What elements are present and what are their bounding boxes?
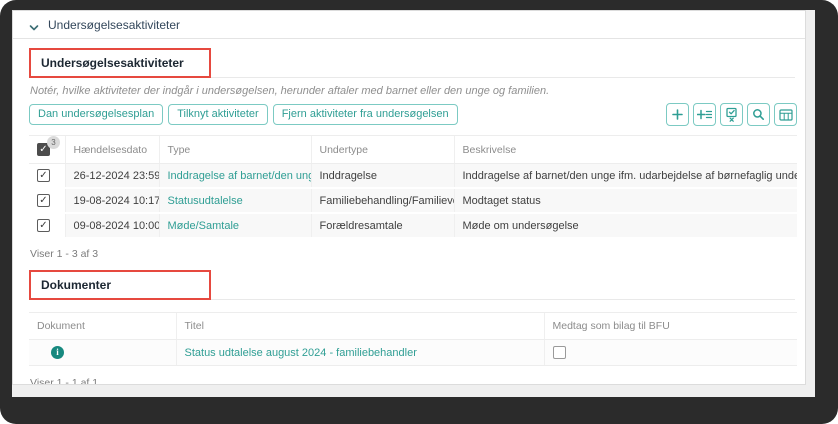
annotation-box-activities: Undersøgelsesaktiviteter xyxy=(29,48,211,78)
grid-icon[interactable] xyxy=(774,103,797,126)
cell-date: 19-08-2024 10:17 xyxy=(64,188,159,214)
document-row: i Status udtalelse august 2024 - familie… xyxy=(29,339,797,366)
activities-table: ✓ 3 Hændelsesdato Type Undertype Beskriv… xyxy=(29,135,797,239)
create-plan-button[interactable]: Dan undersøgelsesplan xyxy=(29,104,164,125)
activity-type-link[interactable]: Statusudtalelse xyxy=(168,195,243,207)
row-checkbox[interactable]: ✓ xyxy=(37,169,50,182)
attach-activities-button[interactable]: Tilknyt aktiviteter xyxy=(168,104,268,125)
column-header-titel[interactable]: Titel xyxy=(175,312,544,340)
column-header-type[interactable]: Type xyxy=(158,135,311,164)
cell-undertype: Inddragelse xyxy=(310,163,454,189)
column-header-undertype[interactable]: Undertype xyxy=(310,135,454,164)
activities-title: Undersøgelsesaktiviteter xyxy=(41,56,184,70)
info-icon[interactable]: i xyxy=(51,346,64,359)
section-collapse-label: Undersøgelsesaktiviteter xyxy=(48,17,181,32)
column-header-dokument[interactable]: Dokument xyxy=(29,312,176,340)
row-checkbox[interactable]: ✓ xyxy=(37,194,50,207)
cell-beskrivelse: Møde om undersøgelse xyxy=(453,213,797,239)
column-header-medtag[interactable]: Medtag som bilag til BFU xyxy=(543,312,797,340)
remove-activities-button[interactable]: Fjern aktiviteter fra undersøgelsen xyxy=(272,104,458,125)
add-row-icon[interactable] xyxy=(693,103,716,126)
section-collapse-header[interactable]: Undersøgelsesaktiviteter xyxy=(13,11,805,39)
cell-undertype: Familiebehandling/Familievejleder xyxy=(310,188,454,214)
documents-title: Dokumenter xyxy=(41,278,112,292)
activities-heading-row: Undersøgelsesaktiviteter xyxy=(29,48,795,78)
documents-pagination: Viser 1 - 1 af 1 xyxy=(30,377,99,385)
selected-count-badge: 3 xyxy=(47,136,60,149)
cell-undertype: Forældresamtale xyxy=(310,213,454,239)
row-checkbox[interactable]: ✓ xyxy=(37,219,50,232)
cell-beskrivelse: Inddragelse af barnet/den unge ifm. udar… xyxy=(453,163,797,189)
chevron-down-icon xyxy=(29,20,39,30)
table-row: ✓ 19-08-2024 10:17 Statusudtalelse Famil… xyxy=(29,188,797,214)
documents-heading-row: Dokumenter xyxy=(29,270,795,300)
cell-date: 09-08-2024 10:00 xyxy=(64,213,159,239)
document-title-link[interactable]: Status udtalelse august 2024 - familiebe… xyxy=(185,347,417,359)
add-icon[interactable] xyxy=(666,103,689,126)
content-card: Undersøgelsesaktiviteter Undersøgelsesak… xyxy=(12,10,806,385)
column-header-date[interactable]: Hændelsesdato xyxy=(64,135,159,164)
documents-header-row: Dokument Titel Medtag som bilag til BFU xyxy=(29,312,797,340)
cell-beskrivelse: Modtaget status xyxy=(453,188,797,214)
table-row: ✓ 26-12-2024 23:59 Inddragelse af barnet… xyxy=(29,163,797,189)
cell-date: 26-12-2024 23:59 xyxy=(64,163,159,189)
activities-description: Notér, hvilke aktiviteter der indgår i u… xyxy=(30,85,550,97)
toggle-selection-icon[interactable] xyxy=(720,103,743,126)
page-background: Undersøgelsesaktiviteter Undersøgelsesak… xyxy=(12,10,815,397)
annotation-box-documents: Dokumenter xyxy=(29,270,211,300)
activity-type-link[interactable]: Møde/Samtale xyxy=(168,220,240,232)
table-row: ✓ 09-08-2024 10:00 Møde/Samtale Forældre… xyxy=(29,213,797,239)
documents-table: Dokument Titel Medtag som bilag til BFU … xyxy=(29,312,797,366)
search-icon[interactable] xyxy=(747,103,770,126)
medtag-checkbox[interactable] xyxy=(552,346,566,359)
activities-header-row: ✓ 3 Hændelsesdato Type Undertype Beskriv… xyxy=(29,135,797,164)
column-header-beskrivelse[interactable]: Beskrivelse xyxy=(453,135,797,164)
screenshot-frame: Undersøgelsesaktiviteter Undersøgelsesak… xyxy=(0,0,838,424)
activities-pagination: Viser 1 - 3 af 3 xyxy=(30,248,99,260)
activity-type-link[interactable]: Inddragelse af barnet/den unge xyxy=(168,170,312,182)
